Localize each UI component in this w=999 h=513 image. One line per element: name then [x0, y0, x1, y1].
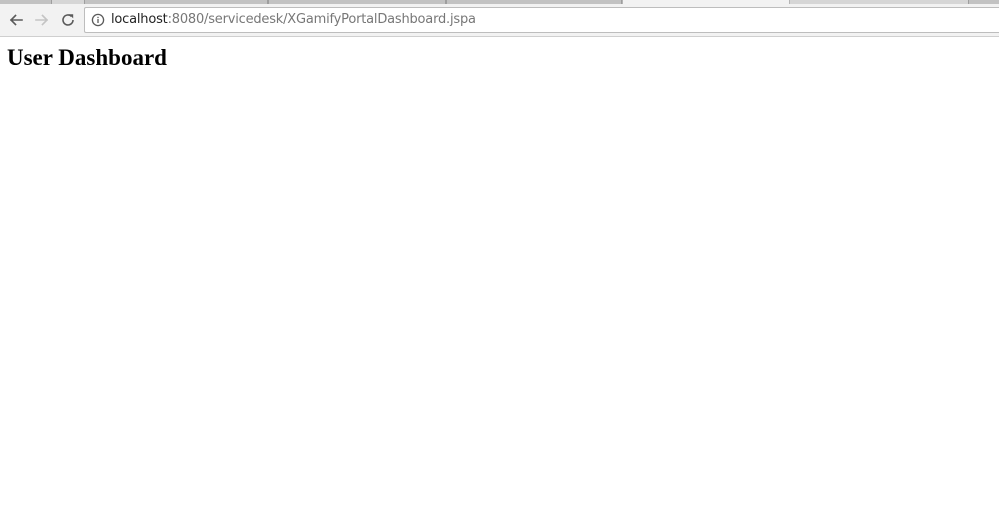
- url-host: localhost: [111, 12, 168, 27]
- reload-icon: [60, 12, 76, 28]
- back-button[interactable]: [4, 8, 28, 32]
- forward-arrow-icon: [34, 12, 50, 28]
- url-path: :8080/servicedesk/XGamifyPortalDashboard…: [167, 12, 476, 27]
- info-circle-icon[interactable]: [91, 13, 105, 27]
- page-title: User Dashboard: [7, 45, 167, 70]
- back-arrow-icon: [8, 12, 24, 28]
- browser-toolbar: localhost:8080/servicedesk/XGamifyPortal…: [0, 4, 999, 37]
- forward-button[interactable]: [30, 8, 54, 32]
- address-url[interactable]: localhost:8080/servicedesk/XGamifyPortal…: [111, 8, 476, 32]
- address-bar[interactable]: localhost:8080/servicedesk/XGamifyPortal…: [84, 7, 999, 33]
- reload-button[interactable]: [56, 8, 80, 32]
- page-content: User Dashboard: [0, 38, 999, 513]
